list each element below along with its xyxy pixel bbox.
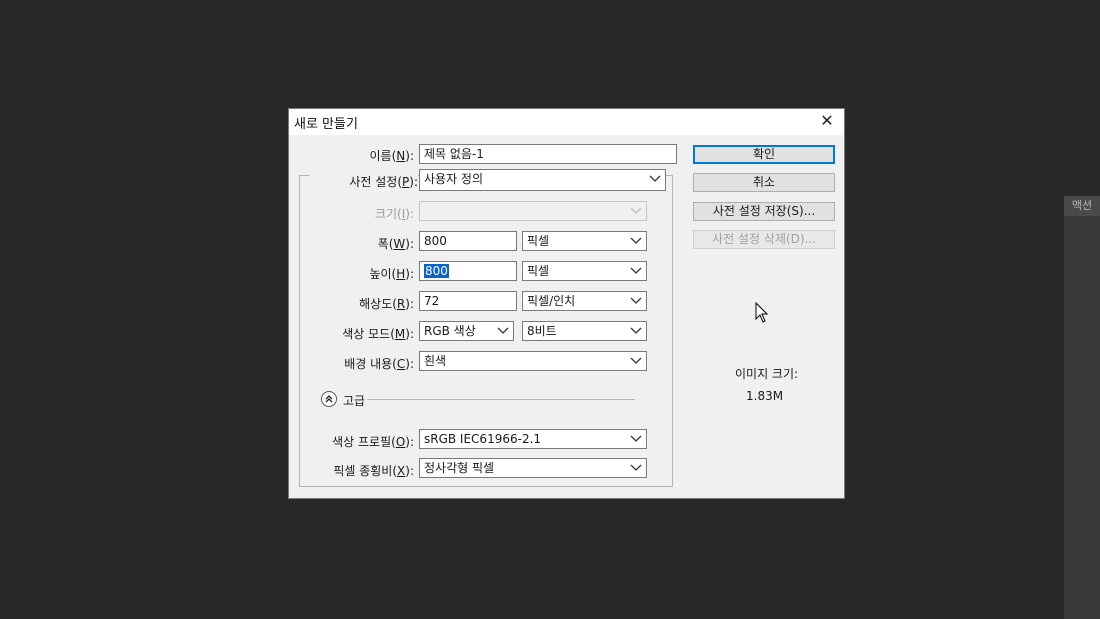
name-input[interactable]: 제목 없음-1 [419,144,677,164]
close-icon: ✕ [820,111,834,130]
resolution-label: 해상도(R): [359,297,414,311]
pixel-aspect-value: 정사각형 픽셀 [424,461,495,475]
advanced-label: 고급 [343,394,366,408]
chevron-down-icon [649,175,661,183]
height-input[interactable]: 800 [419,261,517,281]
resolution-unit-select[interactable]: 픽셀/인치 [522,291,647,311]
height-input-selected-text: 800 [424,264,449,278]
mouse-cursor-icon [755,301,769,324]
width-input[interactable]: 800 [419,231,517,251]
save-preset-button[interactable]: 사전 설정 저장(S)... [693,202,835,221]
width-unit-select[interactable]: 픽셀 [522,231,647,251]
double-chevron-up-icon [325,395,333,403]
preset-select[interactable]: 사용자 정의 [419,169,666,191]
panel-tab-actions[interactable]: 액션 [1064,196,1100,216]
chevron-down-icon [630,435,642,443]
background-value: 흰색 [424,354,447,368]
size-label: 크기(I): [374,207,414,221]
advanced-toggle-button[interactable] [321,391,337,407]
resolution-input[interactable]: 72 [419,291,517,311]
chevron-down-icon [630,267,642,275]
bit-depth-select[interactable]: 8비트 [522,321,647,341]
chevron-down-icon [497,327,509,335]
color-mode-select[interactable]: RGB 색상 [419,321,514,341]
height-unit-select[interactable]: 픽셀 [522,261,647,281]
color-profile-value: sRGB IEC61966-2.1 [424,432,542,446]
chevron-down-icon [630,207,642,215]
width-label: 폭(W): [377,237,414,251]
dialog-title: 새로 만들기 [294,117,358,132]
chevron-down-icon [630,464,642,472]
image-size-value: 1.83M [746,389,784,403]
bit-depth-value: 8비트 [527,324,557,338]
advanced-divider [367,399,635,400]
delete-preset-button[interactable]: 사전 설정 삭제(D)... [693,230,835,249]
image-size-label: 이미지 크기: [735,367,799,381]
height-label: 높이(H): [369,267,414,281]
preset-label: 사전 설정(P): [309,173,418,190]
chevron-down-icon [630,237,642,245]
name-label: 이름(N): [369,149,414,163]
height-unit-value: 픽셀 [527,264,550,278]
pixel-aspect-select[interactable]: 정사각형 픽셀 [419,458,647,478]
chevron-down-icon [630,357,642,365]
cancel-button[interactable]: 취소 [693,173,835,192]
color-mode-label: 색상 모드(M): [342,327,414,341]
chevron-down-icon [630,297,642,305]
dialog-titlebar: 새로 만들기 ✕ [289,109,844,135]
color-mode-value: RGB 색상 [424,324,476,338]
preset-select-value: 사용자 정의 [424,172,484,186]
width-unit-value: 픽셀 [527,234,550,248]
ok-button[interactable]: 확인 [693,145,835,164]
color-profile-label: 색상 프로필(O): [332,435,414,449]
background-label: 배경 내용(C): [344,357,414,371]
resolution-unit-value: 픽셀/인치 [527,294,576,308]
pixel-aspect-label: 픽셀 종횡비(X): [333,464,414,478]
size-select[interactable] [419,201,647,221]
background-select[interactable]: 흰색 [419,351,647,371]
color-profile-select[interactable]: sRGB IEC61966-2.1 [419,429,647,449]
right-panel: 액션 [1064,196,1100,619]
close-button[interactable]: ✕ [810,109,844,135]
chevron-down-icon [630,327,642,335]
